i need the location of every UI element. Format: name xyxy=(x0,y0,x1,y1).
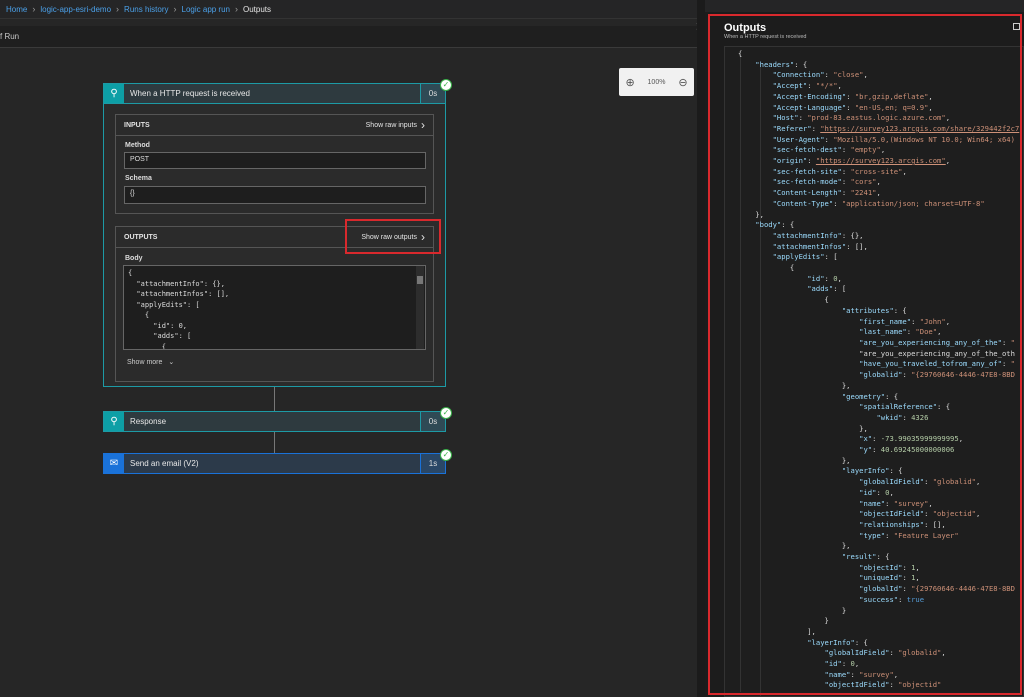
chevron-down-icon: ⌄ xyxy=(168,359,175,366)
body-json-line: "applyEdits": [ xyxy=(128,300,200,309)
connector-line xyxy=(274,387,275,411)
success-check-icon: ✓ xyxy=(440,79,452,91)
highlight-outputs-panel xyxy=(708,14,1022,695)
chevron-right-icon: › xyxy=(32,4,36,14)
success-check-icon: ✓ xyxy=(440,449,452,461)
highlight-show-raw-outputs xyxy=(345,219,441,254)
show-more-label: Show more xyxy=(127,359,163,366)
http-request-icon: ⚲ xyxy=(104,84,124,103)
zoom-in-icon[interactable]: ⊕ xyxy=(625,76,634,89)
body-json-line: "attachmentInfos": [], xyxy=(128,290,230,298)
body-json-line: "attachmentInfo": {}, xyxy=(128,279,225,288)
zoom-out-icon[interactable]: ⊖ xyxy=(678,76,687,89)
breadcrumb-outputs: Outputs xyxy=(243,4,272,14)
zoom-control: ⊕ 100% ⊖ xyxy=(619,68,694,96)
panel-divider xyxy=(697,0,705,697)
run-toolbar: f Run xyxy=(0,26,697,48)
connector-line xyxy=(274,432,275,453)
action-title: Send an email (V2) xyxy=(130,459,199,468)
run-toolbar-label[interactable]: f Run xyxy=(0,32,19,41)
chevron-right-icon: › xyxy=(235,4,238,14)
breadcrumb-home[interactable]: Home xyxy=(6,5,27,14)
schema-field: {} xyxy=(124,186,426,204)
breadcrumb-runs-history[interactable]: Runs history xyxy=(124,5,168,14)
body-json-line: { xyxy=(128,342,166,350)
outputs-title: OUTPUTS xyxy=(124,233,158,241)
action-card-send-email[interactable]: ✉ Send an email (V2) 1s xyxy=(103,453,446,474)
trigger-card-header[interactable]: ⚲ When a HTTP request is received 0s xyxy=(103,83,446,104)
body-label: Body xyxy=(125,255,143,262)
body-scrollbar-thumb[interactable] xyxy=(417,276,423,284)
success-check-icon: ✓ xyxy=(440,407,452,419)
trigger-title: When a HTTP request is received xyxy=(130,89,250,98)
chevron-right-icon: › xyxy=(421,118,425,132)
show-more-link[interactable]: Show more ⌄ xyxy=(127,358,174,366)
body-json-line: { xyxy=(128,311,150,319)
action-card-response[interactable]: ⚲ Response 0s xyxy=(103,411,446,432)
outlook-icon: ✉ xyxy=(104,454,124,473)
body-json-line: { xyxy=(128,269,133,277)
http-request-icon: ⚲ xyxy=(104,412,124,431)
chevron-right-icon: › xyxy=(173,4,177,14)
zoom-level: 100% xyxy=(647,78,666,86)
chevron-right-icon: › xyxy=(116,4,120,14)
inputs-title: INPUTS xyxy=(124,121,150,129)
breadcrumb-logic-app-run[interactable]: Logic app run xyxy=(182,5,230,14)
schema-label: Schema xyxy=(125,175,152,182)
show-raw-inputs-label: Show raw inputs xyxy=(365,121,417,129)
breadcrumb-logic-app[interactable]: logic-app-esri-demo xyxy=(40,5,111,14)
action-title: Response xyxy=(130,417,167,426)
inputs-header: INPUTS Show raw inputs › xyxy=(116,115,433,136)
body-json-line: "id": 0, xyxy=(128,321,188,330)
method-field: POST xyxy=(124,152,426,169)
show-raw-inputs-link[interactable]: Show raw inputs › xyxy=(366,118,425,132)
body-json-viewer[interactable]: { "attachmentInfo": {}, "attachmentInfos… xyxy=(123,265,426,350)
method-label: Method xyxy=(125,142,150,149)
body-json-line: "adds": [ xyxy=(128,332,192,340)
